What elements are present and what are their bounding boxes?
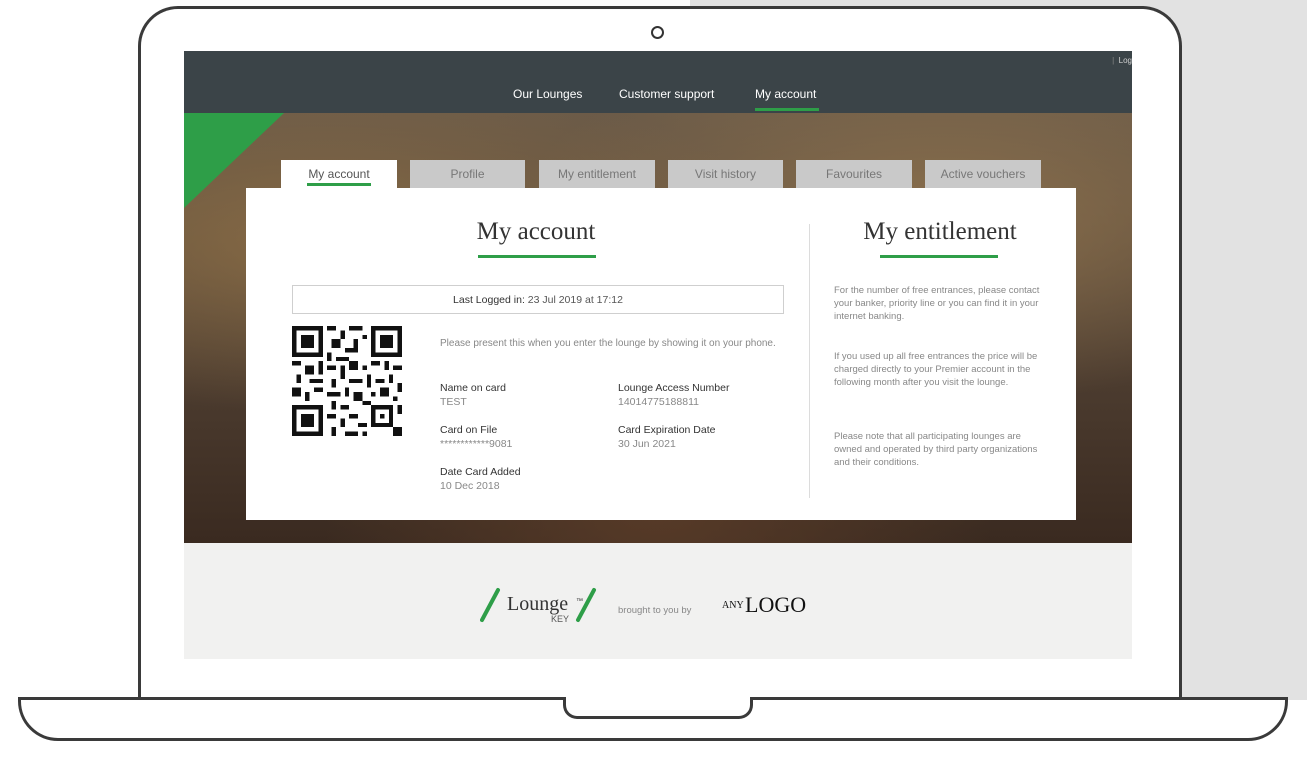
- nav-customer-support[interactable]: Customer support: [619, 87, 714, 101]
- entitlement-heading-underline: [880, 255, 998, 258]
- tab-profile[interactable]: Profile: [410, 160, 525, 188]
- nav-active-indicator: [755, 108, 819, 111]
- tab-visit-history[interactable]: Visit history: [668, 160, 783, 188]
- entitlement-paragraph-3: Please note that all participating loung…: [834, 431, 1038, 468]
- card-expiration-value: 30 Jun 2021: [618, 438, 676, 450]
- account-card: My account Last Logged in: 23 Jul 2019 a…: [246, 188, 1076, 520]
- card-expiration-label: Card Expiration Date: [618, 424, 716, 436]
- tab-active-vouchers[interactable]: Active vouchers: [925, 160, 1041, 188]
- name-on-card-label: Name on card: [440, 382, 506, 394]
- logout-label: Log: [1118, 56, 1132, 65]
- date-card-added-value: 10 Dec 2018: [440, 480, 500, 492]
- tab-my-entitlement[interactable]: My entitlement: [539, 160, 655, 188]
- tab-label: Profile: [450, 167, 485, 181]
- tab-label: Active vouchers: [940, 167, 1026, 181]
- tab-label: Favourites: [825, 167, 883, 181]
- lounge-access-label: Lounge Access Number: [618, 382, 730, 394]
- last-logged-box: Last Logged in: 23 Jul 2019 at 17:12: [292, 285, 784, 314]
- column-divider: [809, 224, 810, 498]
- browser-screen: Our Lounges Customer support My account …: [184, 51, 1132, 659]
- laptop-notch: [563, 697, 753, 719]
- partner-logo-small: ANY: [722, 600, 744, 611]
- card-on-file-label: Card on File: [440, 424, 498, 436]
- last-logged-label: Last Logged in:: [453, 294, 525, 306]
- tab-my-account[interactable]: My account: [281, 160, 397, 188]
- top-navigation: Our Lounges Customer support My account …: [184, 51, 1132, 113]
- brand-name: Lounge: [507, 593, 569, 615]
- entitlement-paragraph-2: If you used up all free entrances the pr…: [834, 351, 1038, 388]
- lounge-access-value: 14014775188811: [618, 396, 699, 408]
- brand-sub: KEY: [551, 614, 570, 624]
- last-logged-value: 23 Jul 2019 at 17:12: [527, 294, 623, 306]
- account-heading-underline: [478, 255, 596, 258]
- nav-my-account[interactable]: My account: [755, 87, 816, 101]
- entitlement-heading: My entitlement: [863, 218, 1017, 245]
- brought-to-you-by: brought to you by: [618, 605, 692, 616]
- entitlement-paragraph-1: For the number of free entrances, please…: [834, 285, 1040, 322]
- card-on-file-value: ************9081: [440, 438, 513, 450]
- camera-icon: [651, 26, 664, 39]
- account-heading: My account: [476, 218, 596, 245]
- nav-our-lounges[interactable]: Our Lounges: [513, 87, 582, 101]
- name-on-card-value: TEST: [440, 396, 467, 408]
- tab-label: My account: [308, 167, 370, 181]
- qr-code-icon: [292, 326, 402, 436]
- present-instructions: Please present this when you enter the l…: [440, 338, 776, 349]
- tab-active-indicator: [307, 183, 371, 186]
- tab-favourites[interactable]: Favourites: [796, 160, 912, 188]
- tab-label: Visit history: [694, 167, 757, 181]
- brand-trademark: ™: [576, 598, 583, 605]
- date-card-added-label: Date Card Added: [440, 466, 521, 478]
- partner-logo-big: LOGO: [745, 592, 807, 617]
- logout-link[interactable]: | Log: [1112, 56, 1132, 65]
- tab-label: My entitlement: [557, 167, 637, 181]
